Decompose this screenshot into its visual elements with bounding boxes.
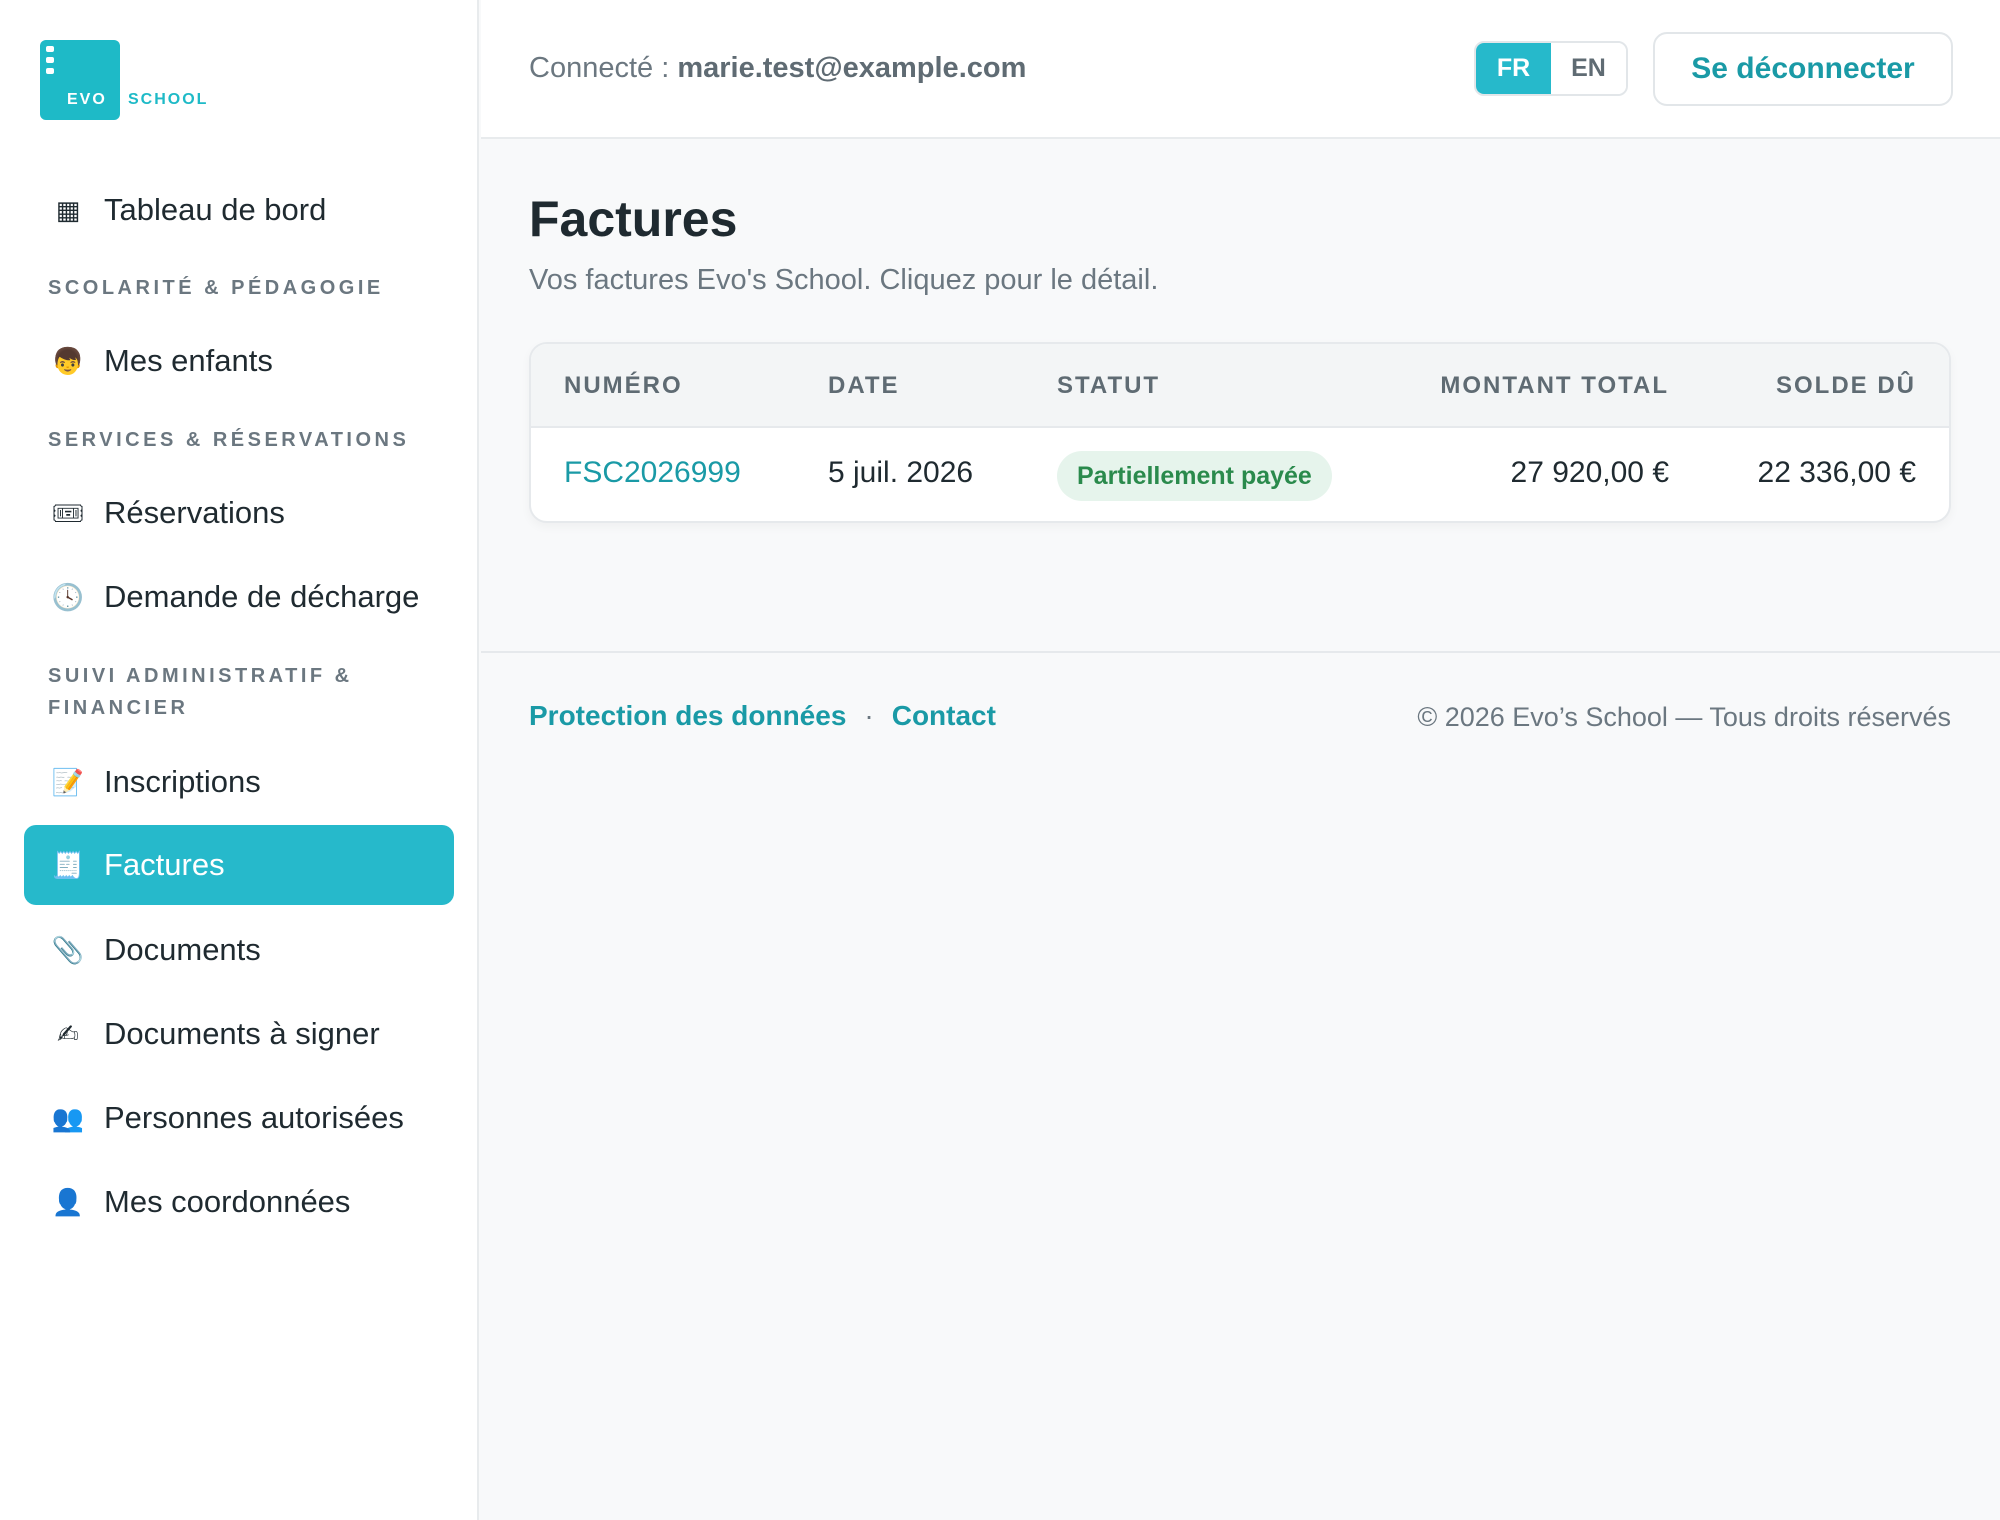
sidebar: EVO SCHOOL ▦ Tableau de bord SCOLARITÉ &… — [0, 0, 479, 1520]
paperclip-icon: 📎 — [51, 934, 85, 965]
sidebar-item-label: Réservations — [104, 495, 285, 530]
language-switcher: FR EN — [1474, 41, 1628, 96]
top-header: Connecté : marie.test@example.com FR EN … — [481, 0, 2000, 139]
people-icon: 👥 — [51, 1102, 85, 1133]
section-heading-services: SERVICES & RÉSERVATIONS — [48, 429, 410, 451]
column-header-montant-total: MONTANT TOTAL — [1440, 372, 1669, 399]
child-icon: 👦 — [51, 345, 85, 376]
logo-text-evo: EVO — [67, 91, 107, 108]
user-email: marie.test@example.com — [677, 52, 1027, 84]
column-header-numero: NUMÉRO — [564, 372, 683, 399]
sidebar-item-mes-coordonnees[interactable]: 👤 Mes coordonnées — [24, 1162, 454, 1242]
footer-divider — [481, 651, 2000, 653]
invoice-date: 5 juil. 2026 — [828, 456, 974, 489]
sidebar-item-documents-a-signer[interactable]: ✍ Documents à signer — [24, 994, 454, 1074]
sidebar-item-label: Personnes autorisées — [104, 1100, 404, 1135]
lang-fr-button[interactable]: FR — [1476, 43, 1551, 94]
status-badge: Partiellement payée — [1057, 451, 1332, 501]
logo-mark: EVO — [40, 40, 120, 120]
section-heading-suivi: SUIVI ADMINISTRATIF & FINANCIER — [48, 665, 353, 719]
copyright-text: © 2026 Evo’s School — Tous droits réserv… — [1417, 702, 1951, 732]
invoices-table: NUMÉRO DATE STATUT MONTANT TOTAL SOLDE D… — [529, 342, 1951, 523]
invoice-total: 27 920,00 € — [1510, 456, 1669, 489]
memo-icon: 📝 — [51, 766, 85, 797]
column-header-solde-du: SOLDE DÛ — [1775, 372, 1916, 399]
privacy-link[interactable]: Protection des données — [529, 700, 846, 732]
page-subtitle: Vos factures Evo's School. Cliquez pour … — [529, 264, 1159, 296]
sidebar-item-label: Tableau de bord — [104, 192, 327, 227]
sidebar-item-demande-decharge[interactable]: 🕓 Demande de décharge — [24, 557, 454, 637]
sidebar-item-documents[interactable]: 📎 Documents — [24, 910, 454, 990]
sidebar-item-inscriptions[interactable]: 📝 Inscriptions — [24, 742, 454, 822]
table-header: NUMÉRO DATE STATUT MONTANT TOTAL SOLDE D… — [531, 344, 1949, 428]
sidebar-item-label: Factures — [104, 847, 225, 882]
footer-separator: · — [864, 700, 874, 731]
ticket-icon: 🎟 — [51, 497, 85, 528]
contact-link[interactable]: Contact — [892, 700, 996, 732]
invoice-number-link[interactable]: FSC2026999 — [564, 456, 741, 490]
invoice-balance: 22 336,00 € — [1757, 456, 1916, 489]
writing-hand-icon: ✍ — [57, 1018, 79, 1049]
clock-icon: 🕓 — [51, 581, 85, 612]
sidebar-item-dashboard[interactable]: ▦ Tableau de bord — [24, 170, 454, 250]
sidebar-item-mes-enfants[interactable]: 👦 Mes enfants — [24, 321, 454, 401]
evos-school-logo[interactable]: EVO SCHOOL — [40, 40, 222, 120]
sidebar-item-reservations[interactable]: 🎟 Réservations — [24, 473, 454, 553]
sidebar-item-personnes-autorisees[interactable]: 👥 Personnes autorisées — [24, 1078, 454, 1158]
section-heading-scolarite: SCOLARITÉ & PÉDAGOGIE — [48, 277, 384, 299]
calendar-grid-icon: ▦ — [55, 194, 81, 225]
footer-links: Protection des données · Contact — [529, 700, 996, 732]
lang-en-button[interactable]: EN — [1551, 43, 1626, 94]
column-header-date: DATE — [828, 372, 900, 399]
sidebar-item-factures[interactable]: 🧾 Factures — [24, 825, 454, 905]
logout-button[interactable]: Se déconnecter — [1653, 32, 1953, 106]
column-header-statut: STATUT — [1057, 372, 1161, 399]
sidebar-item-label: Inscriptions — [104, 764, 261, 799]
person-icon: 👤 — [51, 1186, 85, 1217]
receipt-icon: 🧾 — [51, 849, 85, 880]
page-title: Factures — [529, 191, 738, 247]
connected-user: Connecté : marie.test@example.com — [529, 52, 1026, 85]
logo-text-school: SCHOOL — [128, 91, 209, 108]
sidebar-item-label: Documents à signer — [104, 1016, 380, 1051]
connected-prefix: Connecté : — [529, 52, 678, 84]
sidebar-item-label: Demande de décharge — [104, 579, 420, 614]
sidebar-item-label: Mes enfants — [104, 343, 273, 378]
sidebar-item-label: Documents — [104, 932, 261, 967]
sidebar-item-label: Mes coordonnées — [104, 1184, 351, 1219]
